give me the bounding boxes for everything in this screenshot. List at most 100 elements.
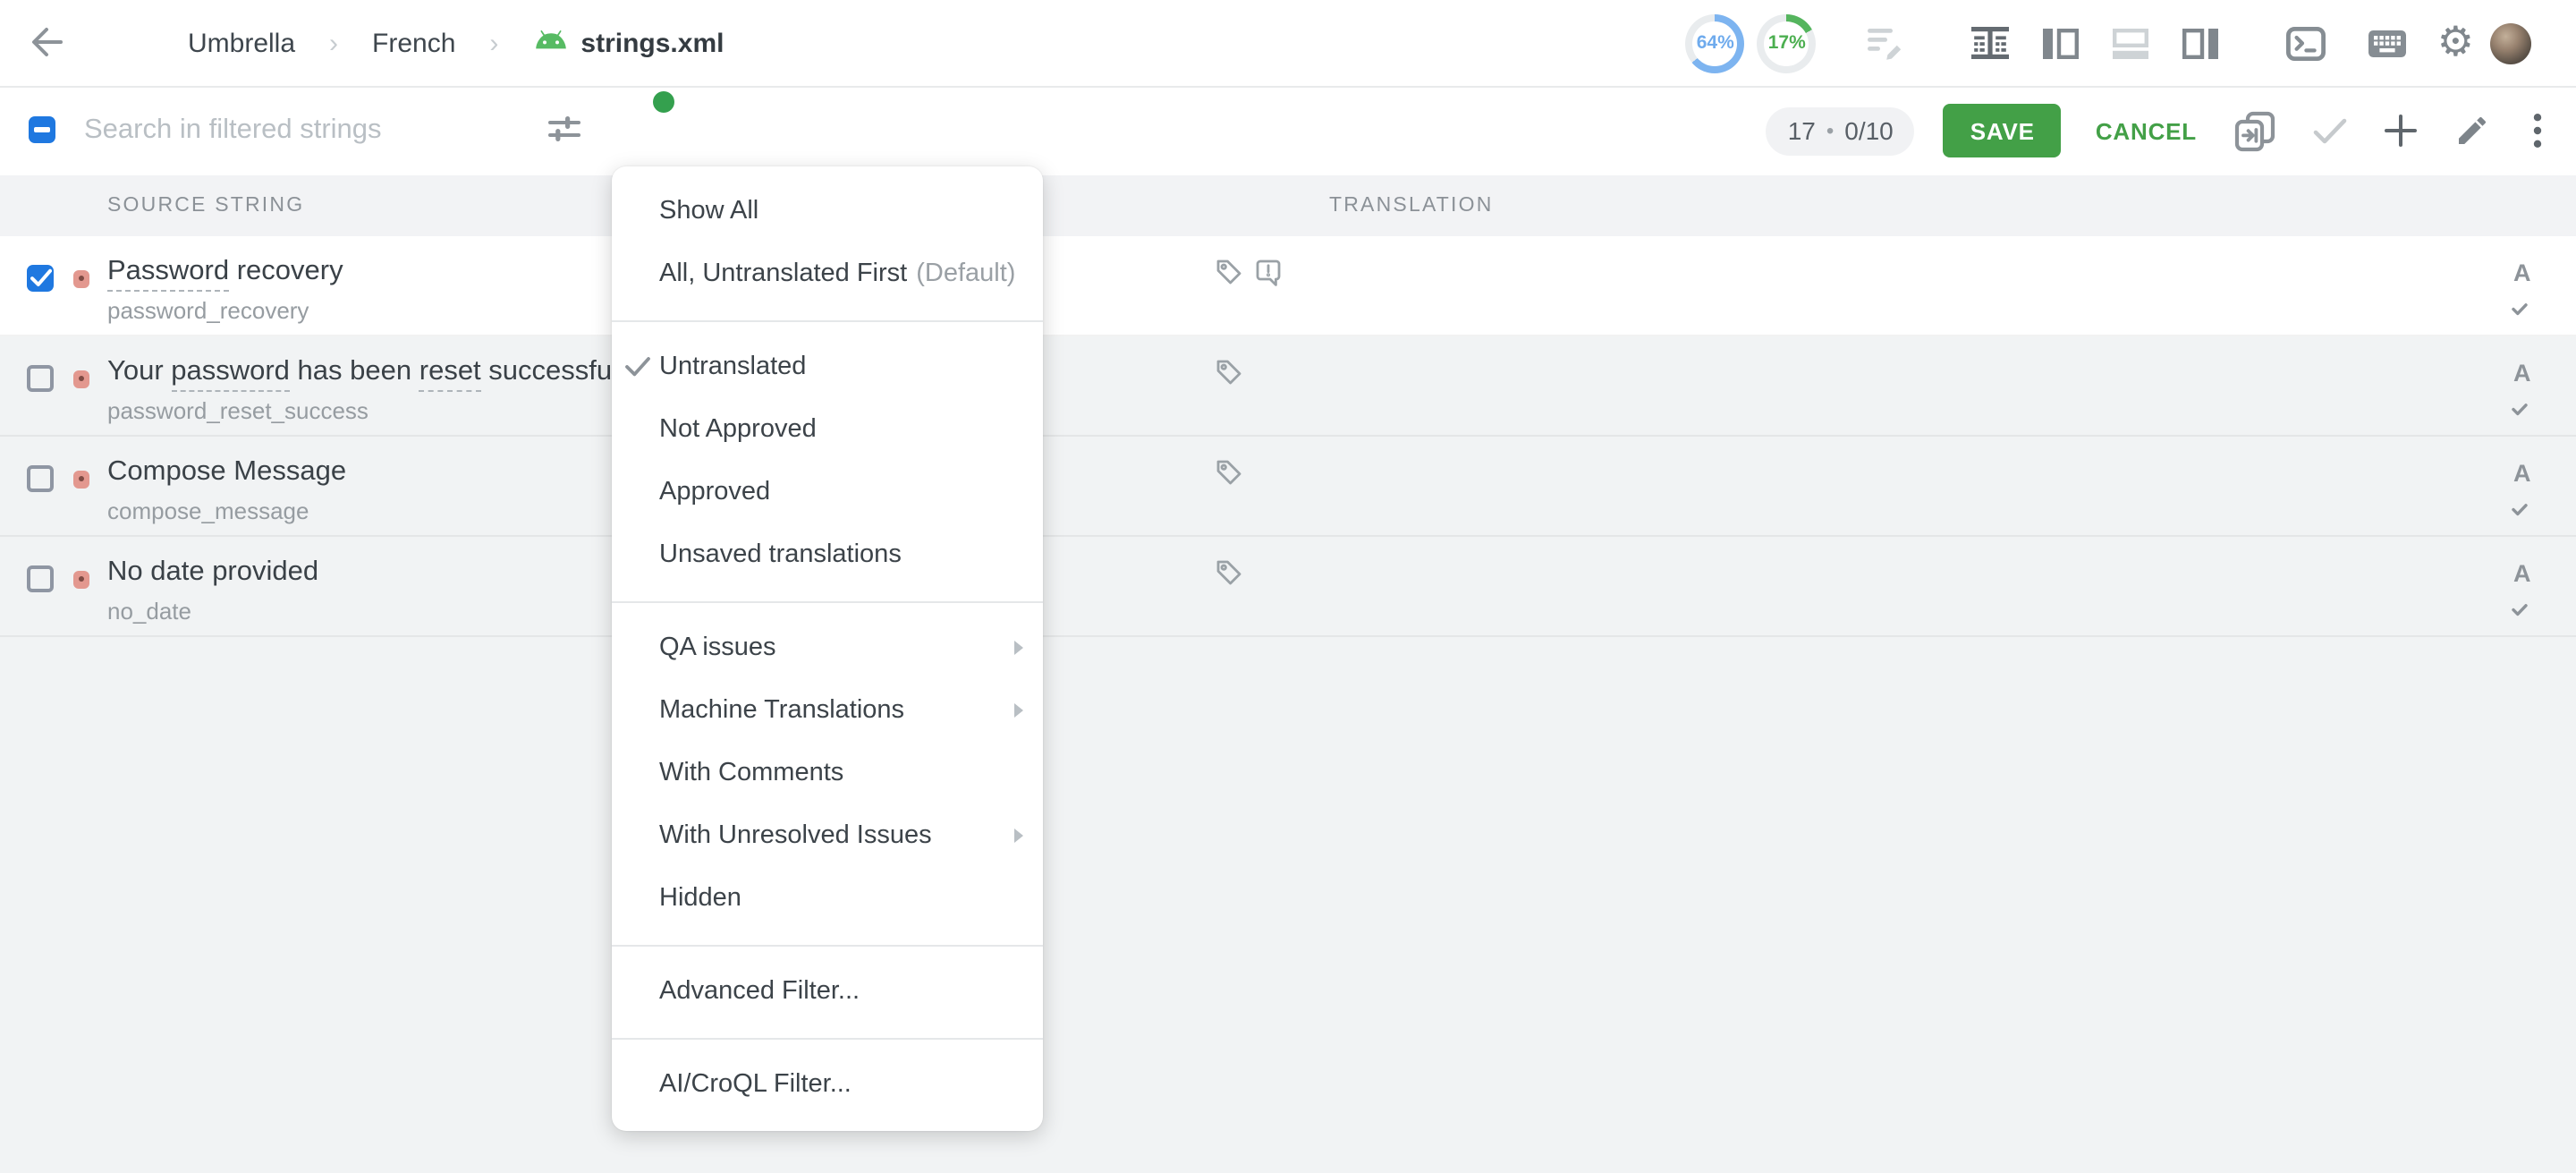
filter-active-dot: [653, 91, 674, 113]
glossary-term: reset: [419, 355, 481, 392]
keyboard-icon[interactable]: [2369, 30, 2407, 56]
breadcrumb-separator: ›: [329, 28, 338, 58]
source-text-segment: No date provided: [107, 556, 318, 586]
approved-progress-value: 17%: [1758, 13, 1817, 72]
filter-menu-item[interactable]: Approved: [611, 461, 1042, 523]
spellcheck-icon[interactable]: A: [2513, 457, 2542, 522]
filter-menu-item[interactable]: With Comments: [611, 742, 1042, 804]
chevron-right-icon: [1013, 703, 1022, 718]
toolbar-actions: 17 • 0/10 SAVE CANCEL: [1767, 86, 2542, 175]
tune-icon[interactable]: [547, 113, 581, 145]
row-checkbox[interactable]: [27, 264, 54, 291]
breadcrumb-project[interactable]: Umbrella: [188, 28, 295, 58]
filter-menu-item[interactable]: AI/CroQL Filter...: [611, 1053, 1042, 1116]
filter-menu-item[interactable]: QA issues: [611, 616, 1042, 679]
table-row[interactable]: No date provided no_date A: [0, 536, 2576, 636]
spellcheck-icon[interactable]: A: [2513, 557, 2542, 622]
duplicate-icon[interactable]: [2234, 110, 2275, 151]
tag-icon: [1216, 359, 1241, 393]
filter-menu-item[interactable]: Machine Translations: [611, 679, 1042, 742]
status-dot: [78, 375, 84, 381]
spellcheck-icon[interactable]: A: [2513, 257, 2542, 321]
menu-item-label: With Comments: [659, 759, 843, 787]
source-cell: Password recovery password_recovery: [107, 251, 343, 327]
string-key: no_date: [107, 595, 318, 627]
row-checkbox[interactable]: [27, 464, 54, 491]
source-text-segment: Compose Message: [107, 455, 346, 486]
counter-bullet: •: [1826, 118, 1834, 143]
approve-check-icon[interactable]: [2313, 117, 2347, 144]
breadcrumb-file-name: strings.xml: [580, 28, 724, 58]
filter-menu-item[interactable]: All, Untranslated First(Default): [611, 242, 1042, 305]
draft-edit-icon[interactable]: [1868, 26, 1906, 60]
untranslated-status-icon: [73, 370, 89, 387]
filter-menu-item[interactable]: Unsaved translations: [611, 523, 1042, 586]
kebab-menu-icon[interactable]: [2533, 113, 2542, 149]
table-row[interactable]: Compose Message compose_message A: [0, 436, 2576, 536]
translated-progress-ring[interactable]: 64%: [1686, 13, 1745, 72]
source-cell: No date provided no_date: [107, 552, 318, 627]
side-by-side-view-icon[interactable]: [1972, 27, 2010, 59]
string-meta-icons: [1216, 459, 1241, 493]
terminal-icon[interactable]: [2287, 26, 2326, 60]
table-header: SOURCE STRING TRANSLATION: [0, 175, 2576, 235]
source-string-text: Your password has been reset successfull…: [107, 352, 638, 391]
glossary-term: password: [171, 355, 290, 392]
cancel-button[interactable]: CANCEL: [2096, 117, 2197, 144]
tag-icon: [1216, 459, 1241, 493]
menu-item-label: Machine Translations: [659, 696, 904, 725]
avatar[interactable]: [2490, 22, 2531, 64]
chevron-right-icon: [1013, 829, 1022, 843]
select-all-checkbox[interactable]: [29, 116, 55, 143]
save-button[interactable]: SAVE: [1944, 104, 2062, 157]
spellcheck-icon[interactable]: A: [2513, 357, 2542, 421]
table-row[interactable]: Your password has been reset successfull…: [0, 336, 2576, 436]
column-source-string: SOURCE STRING: [107, 195, 304, 217]
filter-menu-item[interactable]: Advanced Filter...: [611, 960, 1042, 1023]
left-panel-view-icon[interactable]: [2044, 28, 2080, 58]
top-bar-actions: 64% 17%: [1686, 0, 2531, 86]
menu-divider: [611, 1037, 1042, 1039]
menu-item-label: Approved: [659, 478, 770, 506]
right-panel-view-icon[interactable]: [2183, 28, 2219, 58]
filter-menu-item[interactable]: With Unresolved Issues: [611, 804, 1042, 867]
source-string-text: Password recovery: [107, 251, 343, 291]
menu-burger-icon[interactable]: [98, 29, 127, 38]
menu-item-label: Unsaved translations: [659, 540, 902, 569]
search-input[interactable]: [84, 106, 531, 156]
gear-icon[interactable]: ⚙: [2437, 22, 2474, 64]
menu-divider: [611, 600, 1042, 602]
comment-icon: [1256, 259, 1281, 294]
table-row[interactable]: Password recovery password_recovery A: [0, 235, 2576, 336]
breadcrumb-file[interactable]: strings.xml: [532, 27, 724, 59]
pencil-icon[interactable]: [2454, 113, 2490, 149]
row-checkbox[interactable]: [27, 565, 54, 591]
filtered-count: 17: [1788, 116, 1816, 145]
source-cell: Compose Message compose_message: [107, 452, 346, 527]
translated-progress-value: 64%: [1686, 13, 1745, 72]
menu-item-label: QA issues: [659, 633, 776, 662]
approved-progress-ring[interactable]: 17%: [1758, 13, 1817, 72]
back-arrow-icon[interactable]: [30, 27, 63, 57]
string-meta-icons: [1216, 559, 1241, 593]
row-checkbox[interactable]: [27, 364, 54, 391]
filter-menu-item[interactable]: Hidden: [611, 867, 1042, 930]
plus-icon[interactable]: [2385, 115, 2417, 147]
bottom-panel-view-icon[interactable]: [2114, 28, 2149, 58]
untranslated-status-icon: [73, 470, 89, 488]
menu-item-label: With Unresolved Issues: [659, 821, 932, 850]
source-text-segment: recovery: [229, 255, 343, 285]
glossary-term: Password: [107, 255, 229, 292]
untranslated-status-icon: [73, 269, 89, 287]
menu-item-label: AI/CroQL Filter...: [659, 1070, 852, 1099]
breadcrumb-language[interactable]: French: [372, 28, 455, 58]
filter-menu-item[interactable]: Not Approved: [611, 398, 1042, 461]
filter-menu-item[interactable]: Untranslated: [611, 336, 1042, 398]
string-key: compose_message: [107, 495, 346, 527]
filter-menu-item[interactable]: Show All: [611, 180, 1042, 242]
tag-icon: [1216, 259, 1241, 293]
string-meta-icons: [1216, 259, 1281, 294]
strings-counter: 17 • 0/10: [1767, 106, 1915, 155]
top-bar: Umbrella › French › strings.xml 64% 17%: [0, 0, 2576, 86]
string-key: password_reset_success: [107, 395, 638, 427]
